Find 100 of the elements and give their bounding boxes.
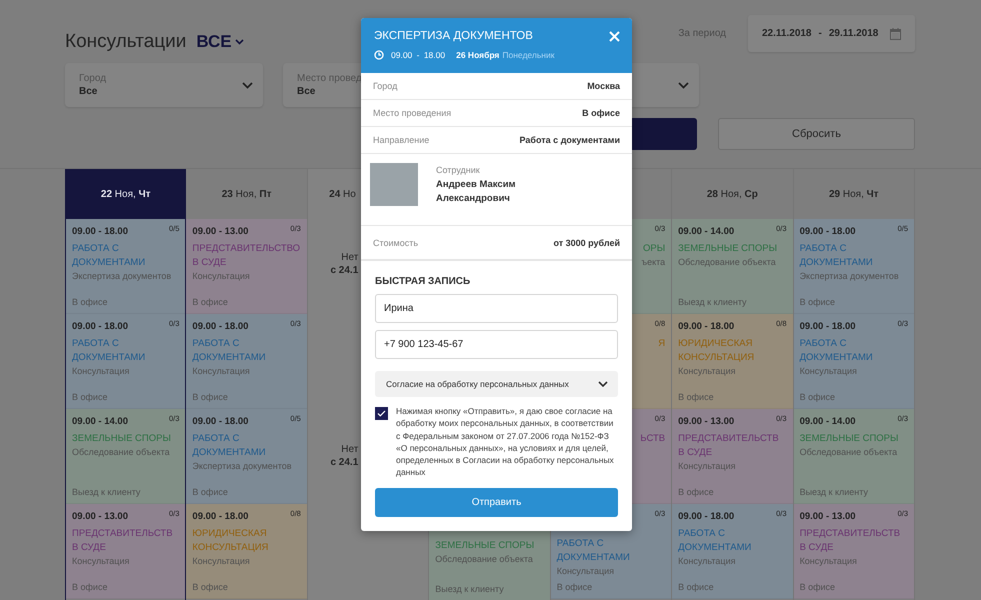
- event-location: В офисе: [556, 582, 594, 592]
- detail-value: В офисе: [582, 108, 620, 118]
- event-location: Выезд к клиенту: [678, 297, 748, 307]
- photo-placeholder: [370, 163, 418, 206]
- phone-input[interactable]: +7 900 123-45-67: [375, 330, 618, 359]
- event-location: В офисе: [678, 582, 715, 592]
- cost-value: от 3000 рублей: [553, 238, 620, 248]
- day-header: 28 Ноя, Ср: [706, 188, 759, 202]
- no-slots-text: Нет: [341, 443, 358, 456]
- event-title: РАБОТА С ДОКУМЕНТАМИ: [678, 527, 752, 555]
- event-time: 09.00 - 13.00: [192, 225, 248, 237]
- event-title: ЗЕМЕЛЬНЫЕ СПОРЫ: [678, 242, 778, 256]
- event-type: Консультация: [678, 366, 736, 376]
- event-type: Консультация: [800, 366, 858, 376]
- date-range-field[interactable]: 22.11.2018 - 29.11.2018: [748, 15, 915, 52]
- reset-button[interactable]: Сбросить: [718, 118, 915, 150]
- event-location: Выезд к клиенту: [800, 487, 869, 497]
- consent-checkbox[interactable]: [375, 407, 388, 420]
- event-title: ЗЕМЕЛЬНЫЕ СПОРЫ: [800, 432, 900, 446]
- event-time: 09.00 - 18.00: [72, 320, 128, 332]
- no-slots-text: Нет: [341, 251, 358, 264]
- event-time: 09.00 - 18.00: [192, 320, 248, 332]
- dialog-title: ЭКСПЕРТИЗА ДОКУМЕНТОВ: [374, 30, 533, 42]
- page-title: Консультации: [65, 30, 186, 52]
- detail-value: Работа с документами: [520, 135, 620, 145]
- employee-name: Андреев Максим Александрович: [436, 178, 517, 206]
- event-time: 09.00 - 13.00: [800, 510, 856, 522]
- event-location: В офисе: [192, 297, 229, 307]
- event-time: 09.00 - 18.00: [192, 415, 248, 427]
- event-weekday: Понедельник: [502, 50, 554, 60]
- event-title: РАБОТА С ДОКУМЕНТАМИ: [800, 337, 874, 365]
- event-location: В офисе: [800, 392, 836, 402]
- event-title: ПРЕДСТАВИТЕЛЬСТВО В СУДЕ: [192, 242, 301, 270]
- event-type: Обследование объекта: [800, 447, 898, 457]
- event-title: РАБОТА С ДОКУМЕНТАМИ: [72, 242, 146, 270]
- consent-text: Нажимая кнопку «Отправить», я даю свое согласие на обработку моих персональных данных, в соответствии с Федеральным законом от 27.07.2006 года №152-ФЗ «О персональных данных», на условиях и для целей, определенных в Согласии на обработку персональных данных: [396, 405, 615, 479]
- employee-label: Сотрудник: [436, 165, 481, 175]
- event-type: Консультация: [192, 366, 251, 376]
- event-title: ПРЕДСТАВИТЕЛЬСТВ В СУДЕ: [72, 527, 174, 555]
- event-type: Консультация: [192, 271, 251, 281]
- event-time: 09.00 - 18.00: [72, 225, 128, 237]
- event-location: В офисе: [192, 392, 229, 402]
- event-time: 09.00 - 18.00: [192, 510, 248, 522]
- event-time: 09.00 - 13.00: [72, 510, 128, 522]
- event-title: ЗЕМЕЛЬНЫЕ СПОРЫ: [435, 539, 536, 553]
- detail-value: Москва: [587, 81, 620, 91]
- event-location: Выезд к клиенту: [435, 584, 505, 594]
- close-icon[interactable]: [609, 30, 620, 42]
- caret-icon: [234, 38, 244, 44]
- no-slots-text: с 24.1: [330, 264, 358, 277]
- event-location: В офисе: [800, 582, 836, 592]
- event-title: Я: [658, 337, 666, 351]
- name-input[interactable]: Ирина: [375, 294, 618, 323]
- event-time: 09.00 - 18.00: [391, 50, 446, 60]
- detail-label: Город: [373, 81, 398, 91]
- event-title: ПРЕДСТАВИТЕЛЬСТВ В СУДЕ: [800, 527, 902, 555]
- event-time: 09.00 - 18.00: [800, 320, 856, 332]
- event-location: В офисе: [192, 582, 229, 592]
- event-title: ЮРИДИЧЕСКАЯ КОНСУЛЬТАЦИЯ: [678, 337, 756, 365]
- event-time: 09.00 - 14.00: [800, 415, 856, 427]
- event-time: 09.00 - 14.00: [678, 225, 734, 237]
- event-title: РАБОТА С ДОКУМЕНТАМИ: [72, 337, 146, 365]
- chevron-down-icon: [242, 82, 253, 88]
- event-location: В офисе: [800, 297, 836, 307]
- event-time: 09.00 - 14.00: [72, 415, 128, 427]
- event-time: 09.00 - 18.00: [678, 510, 734, 522]
- clock-icon: [374, 50, 384, 60]
- event-location: В офисе: [72, 582, 108, 592]
- submit-button[interactable]: Отправить: [375, 488, 618, 517]
- category-dropdown[interactable]: ВСЕ: [196, 32, 244, 52]
- event-time: 09.00 - 13.00: [678, 415, 734, 427]
- event-type: Консультация: [678, 461, 736, 471]
- event-type: Консультация: [192, 556, 251, 566]
- event-title: РАБОТА С ДОКУМЕНТАМИ: [192, 337, 267, 365]
- event-type: Обследование объекта: [678, 257, 777, 267]
- event-type: Консультация: [72, 366, 130, 376]
- event-type: Консультация: [556, 566, 616, 576]
- cost-label: Стоимость: [373, 238, 418, 248]
- day-header: 29 Ноя, Чт: [828, 188, 880, 202]
- event-location: В офисе: [678, 487, 715, 497]
- event-type: Экспертиза документов: [72, 271, 172, 281]
- day-header: 23 Ноя, Пт: [220, 188, 273, 202]
- event-location: Выезд к клиенту: [72, 487, 142, 497]
- event-title: ОРЫ: [643, 242, 666, 256]
- event-type: Консультация: [678, 556, 736, 566]
- event-title: РАБОТА С ДОКУМЕНТАМИ: [192, 432, 267, 460]
- event-time: 09.00 - 18.00: [678, 320, 734, 332]
- chevron-down-icon: [598, 381, 608, 387]
- event-title: РАБОТА С ДОКУМЕНТАМИ: [556, 537, 631, 565]
- event-date: 26 Ноября: [456, 50, 500, 60]
- consent-dropdown[interactable]: Согласие на обработку персональных данных: [375, 371, 618, 397]
- event-type: ъекта: [641, 257, 666, 267]
- event-type: Консультация: [72, 556, 130, 566]
- event-type: Консультация: [800, 556, 858, 566]
- day-header: 24 Но: [328, 188, 357, 202]
- event-location: В офисе: [72, 392, 108, 402]
- event-title: ЮРИДИЧЕСКАЯ КОНСУЛЬТАЦИЯ: [192, 527, 270, 555]
- calendar-icon: [890, 28, 901, 40]
- event-location: В офисе: [72, 297, 108, 307]
- detail-label: Место проведения: [373, 108, 452, 118]
